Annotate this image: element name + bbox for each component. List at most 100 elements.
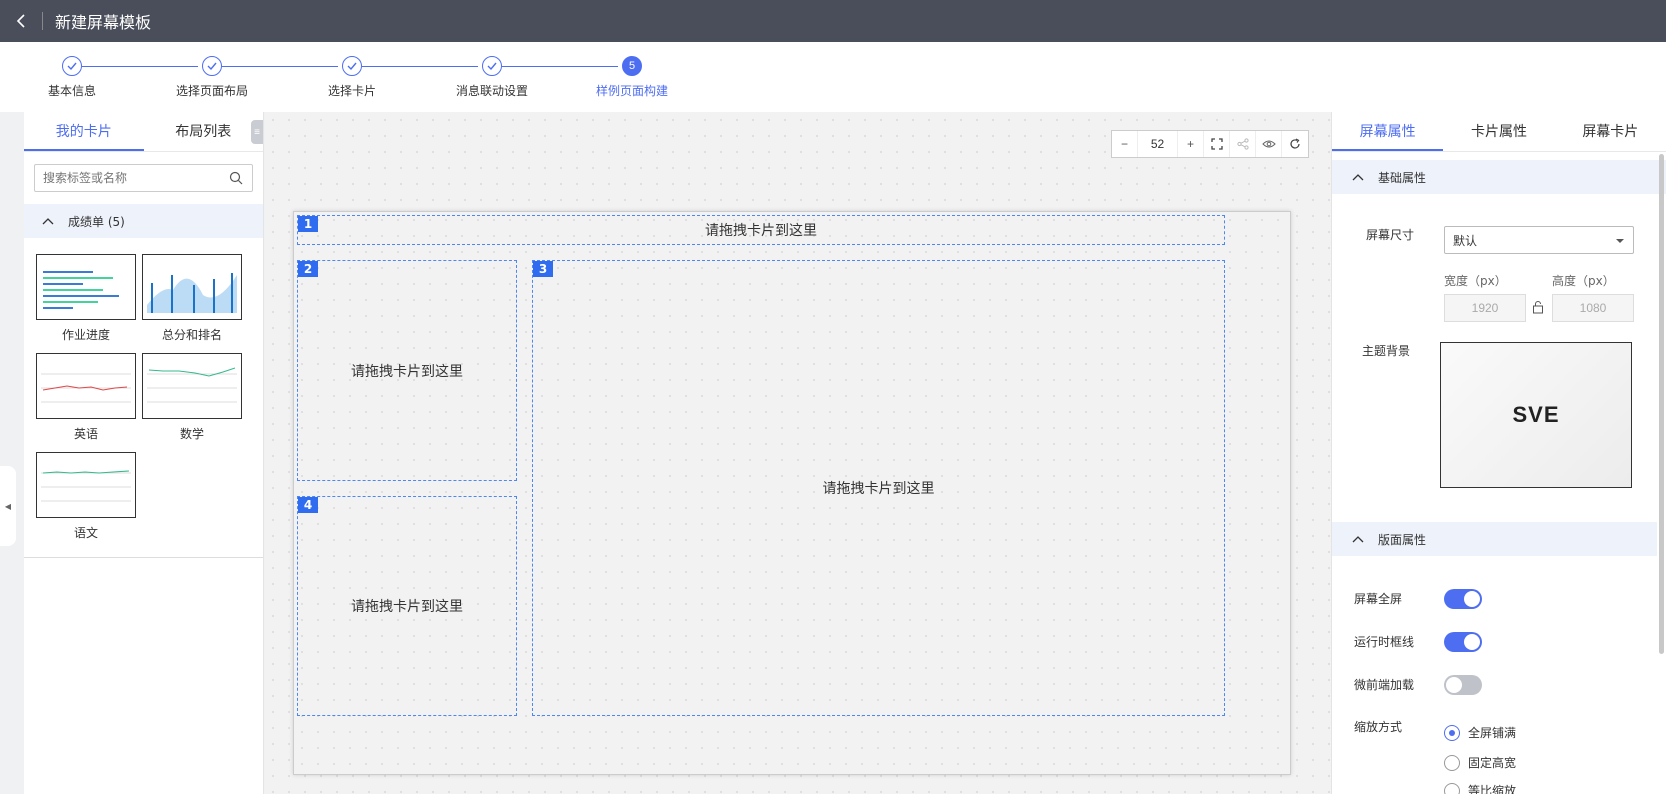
theme-logo: SVE: [1512, 402, 1560, 427]
line-chart-thumbnail: [142, 353, 242, 419]
panel-handle-icon[interactable]: ≡: [251, 120, 263, 144]
scale-label: 缩放方式: [1354, 720, 1403, 734]
back-button[interactable]: [0, 0, 42, 42]
theme-background-preview[interactable]: SVE: [1440, 342, 1632, 488]
step-2[interactable]: 选择页面布局: [152, 56, 272, 99]
card-label: 数学: [179, 427, 204, 441]
scale-option-fixed[interactable]: 固定高宽: [1444, 754, 1516, 771]
micro-frontend-toggle[interactable]: [1444, 675, 1482, 695]
chevron-up-icon: [1352, 532, 1364, 546]
card-item[interactable]: 作业进度: [36, 254, 136, 349]
radio-label: 全屏铺满: [1468, 726, 1517, 740]
height-input[interactable]: 1080: [1552, 294, 1634, 322]
divider: [42, 12, 43, 30]
screen-size-label: 屏幕尺寸: [1366, 228, 1415, 242]
step-3[interactable]: 选择卡片: [292, 56, 412, 99]
height-label: 高度（px）: [1552, 274, 1615, 288]
select-value: 默认: [1453, 233, 1478, 248]
scale-option-ratio[interactable]: 等比缩放: [1444, 782, 1516, 794]
screen-size-select[interactable]: 默认: [1444, 226, 1634, 254]
basic-section-header[interactable]: 基础属性: [1332, 160, 1666, 194]
zoom-in-button[interactable]: +: [1178, 131, 1204, 157]
area-chart-thumbnail: [142, 254, 242, 320]
search-icon[interactable]: [228, 170, 244, 186]
check-icon: [62, 56, 82, 76]
step-4[interactable]: 消息联动设置: [432, 56, 552, 99]
theme-label: 主题背景: [1362, 344, 1411, 358]
step-label: 样例页面构建: [595, 84, 668, 98]
radio-label: 固定高宽: [1468, 756, 1517, 770]
zoom-out-button[interactable]: −: [1112, 131, 1138, 157]
slot-number: 2: [298, 261, 318, 277]
zoom-level: 52: [1138, 131, 1178, 157]
step-label: 消息联动设置: [455, 84, 528, 98]
micro-frontend-label: 微前端加载: [1354, 678, 1415, 692]
step-label: 选择页面布局: [175, 84, 248, 98]
line-chart-thumbnail: [36, 353, 136, 419]
step-label: 选择卡片: [327, 84, 376, 98]
section-title: 版面属性: [1378, 532, 1427, 547]
group-header[interactable]: 成绩单 (5): [24, 204, 263, 238]
step-1[interactable]: 基本信息: [12, 56, 132, 99]
step-5[interactable]: 5 样例页面构建: [572, 56, 692, 99]
fullscreen-toggle[interactable]: [1444, 589, 1482, 609]
slot-hint: 请拖拽卡片到这里: [351, 599, 463, 615]
right-tabs: 屏幕属性 卡片属性 屏幕卡片: [1332, 112, 1666, 152]
tab-layout-list[interactable]: 布局列表: [144, 112, 264, 151]
canvas-toolbar: − 52 +: [1111, 130, 1309, 158]
card-item[interactable]: 总分和排名: [142, 254, 242, 349]
drop-slot-1[interactable]: 1 请拖拽卡片到这里: [297, 215, 1225, 245]
properties-panel: 屏幕属性 卡片属性 屏幕卡片 基础属性 屏幕尺寸 默认 宽度（px） 高度（px…: [1331, 112, 1666, 794]
slot-number: 1: [298, 216, 318, 232]
drop-slot-4[interactable]: 4 请拖拽卡片到这里: [297, 496, 517, 716]
layout-section-header[interactable]: 版面属性: [1332, 522, 1657, 556]
runtime-border-label: 运行时框线: [1354, 635, 1415, 649]
preview-eye-icon[interactable]: [1256, 131, 1282, 157]
lock-icon[interactable]: [1532, 300, 1544, 317]
drop-slot-3[interactable]: 3 请拖拽卡片到这里: [532, 260, 1225, 716]
radio-icon: [1444, 782, 1460, 794]
caret-left-icon[interactable]: ◀: [0, 466, 16, 546]
chevron-up-icon: [1352, 170, 1364, 184]
refresh-icon[interactable]: [1282, 131, 1308, 157]
step-label: 基本信息: [47, 84, 96, 98]
tab-screen-props[interactable]: 屏幕属性: [1332, 112, 1444, 151]
card-library-panel: 我的卡片 布局列表 ≡ 成绩单 (5) 作业进度: [24, 112, 264, 794]
width-input[interactable]: 1920: [1444, 294, 1526, 322]
card-item[interactable]: 数学: [142, 353, 242, 448]
card-label: 语文: [73, 526, 98, 540]
wizard-steps: 基本信息 选择页面布局 选择卡片 消息联动设置 5 样例页面构建: [0, 42, 1666, 112]
scrollbar[interactable]: [1659, 154, 1664, 654]
section-title: 基础属性: [1378, 170, 1427, 185]
width-label: 宽度（px）: [1444, 274, 1507, 288]
card-label: 英语: [73, 427, 98, 441]
drop-slot-2[interactable]: 2 请拖拽卡片到这里: [297, 260, 517, 481]
slot-hint: 请拖拽卡片到这里: [705, 223, 817, 239]
line-chart-thumbnail: [36, 452, 136, 518]
scale-option-fill[interactable]: 全屏铺满: [1444, 724, 1516, 741]
tab-screen-cards[interactable]: 屏幕卡片: [1555, 112, 1666, 151]
share-icon[interactable]: [1230, 131, 1256, 157]
tab-card-props[interactable]: 卡片属性: [1443, 112, 1554, 151]
chevron-left-icon: [16, 14, 25, 28]
radio-label: 等比缩放: [1468, 784, 1517, 794]
radio-icon: [1444, 754, 1460, 771]
slot-hint: 请拖拽卡片到这里: [822, 481, 935, 497]
slot-hint: 请拖拽卡片到这里: [351, 363, 463, 380]
card-label: 总分和排名: [161, 328, 222, 342]
radio-checked-icon: [1444, 724, 1460, 741]
fullscreen-icon[interactable]: [1204, 131, 1230, 157]
cards-grid: 作业进度 总分和排名 英语 数学 语文: [24, 238, 263, 558]
check-icon: [342, 56, 362, 76]
slot-number: 4: [298, 497, 318, 513]
tab-my-cards[interactable]: 我的卡片: [24, 112, 144, 151]
check-icon: [202, 56, 222, 76]
card-item[interactable]: 英语: [36, 353, 136, 448]
group-label: 成绩单 (5): [68, 214, 125, 229]
search-input[interactable]: [43, 171, 228, 185]
chevron-up-icon: [42, 214, 54, 228]
bar-chart-thumbnail: [36, 254, 136, 320]
card-item[interactable]: 语文: [36, 452, 136, 547]
runtime-border-toggle[interactable]: [1444, 632, 1482, 652]
page-title: 新建屏幕模板: [55, 13, 152, 32]
